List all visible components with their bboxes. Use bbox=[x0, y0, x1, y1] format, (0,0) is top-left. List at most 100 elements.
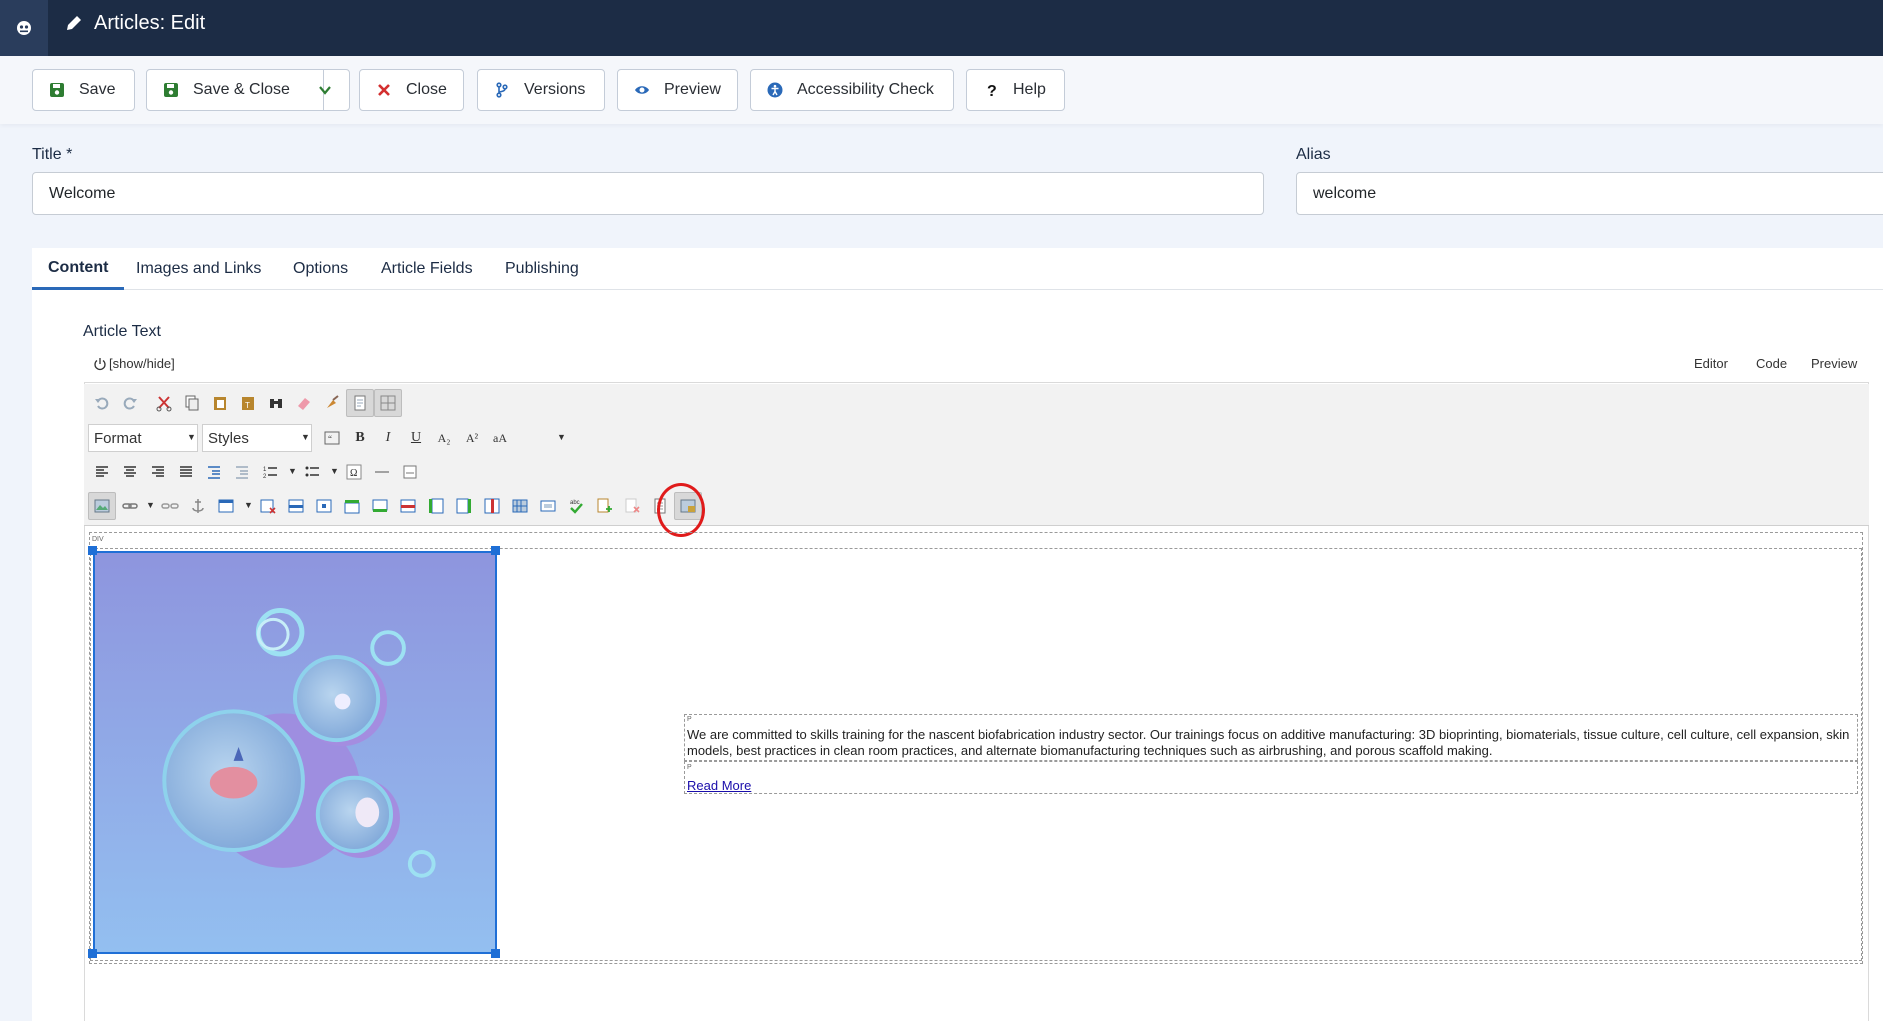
resize-handle-tr[interactable] bbox=[491, 546, 500, 555]
biofabrication-image bbox=[95, 553, 495, 952]
indent-icon[interactable] bbox=[228, 458, 256, 486]
align-center-icon[interactable] bbox=[116, 458, 144, 486]
close-button[interactable]: Close bbox=[359, 69, 464, 111]
resize-handle-br[interactable] bbox=[491, 949, 500, 958]
tab-publishing[interactable]: Publishing bbox=[505, 248, 579, 290]
redo-icon[interactable] bbox=[116, 389, 144, 417]
table-row-props-icon[interactable] bbox=[282, 492, 310, 520]
copy-icon[interactable] bbox=[178, 389, 206, 417]
split-cells-icon[interactable] bbox=[506, 492, 534, 520]
styles-select-value: Styles bbox=[208, 429, 249, 447]
underline-icon[interactable]: U bbox=[402, 424, 430, 452]
superscript-icon[interactable]: A² bbox=[458, 424, 486, 452]
joomla-logo[interactable] bbox=[0, 0, 48, 56]
styles-select[interactable]: Styles bbox=[202, 424, 312, 452]
anchor-icon[interactable] bbox=[184, 492, 212, 520]
horizontal-rule-icon[interactable] bbox=[368, 458, 396, 486]
align-right-icon[interactable] bbox=[144, 458, 172, 486]
grid-icon[interactable] bbox=[374, 389, 402, 417]
insert-row-after-icon[interactable] bbox=[366, 492, 394, 520]
pagebreak-icon[interactable] bbox=[396, 458, 424, 486]
delete-col-icon[interactable] bbox=[478, 492, 506, 520]
mode-editor[interactable]: Editor bbox=[1694, 356, 1728, 371]
italic-icon[interactable]: I bbox=[374, 424, 402, 452]
table-dropdown-arrow[interactable]: ▼ bbox=[244, 500, 253, 510]
accessibility-label: Accessibility Check bbox=[797, 81, 934, 98]
format-select[interactable]: Format bbox=[88, 424, 198, 452]
preview-button[interactable]: Preview bbox=[617, 69, 738, 111]
close-label: Close bbox=[406, 81, 447, 98]
subscript-icon[interactable]: A₂ bbox=[430, 424, 458, 452]
unlink-icon[interactable] bbox=[156, 492, 184, 520]
format-dropdown-arrow[interactable]: ▼ bbox=[187, 432, 196, 442]
p-tag-label: P bbox=[687, 716, 692, 723]
read-more-block[interactable] bbox=[684, 761, 1858, 794]
action-toolbar: Save Save & Close Close Versions Preview… bbox=[0, 56, 1883, 124]
numbered-list-icon[interactable]: 12 bbox=[256, 458, 284, 486]
article-image[interactable] bbox=[93, 551, 497, 954]
tab-options[interactable]: Options bbox=[293, 248, 348, 290]
save-label: Save bbox=[79, 81, 116, 98]
bullet-list-icon[interactable] bbox=[298, 458, 326, 486]
resize-handle-tl[interactable] bbox=[88, 546, 97, 555]
show-hide-toggle[interactable]: [show/hide] bbox=[93, 356, 175, 371]
paste-text-icon[interactable]: T bbox=[234, 389, 262, 417]
svg-text:“: “ bbox=[328, 434, 332, 444]
mode-preview[interactable]: Preview bbox=[1811, 356, 1857, 371]
paste-icon[interactable] bbox=[206, 389, 234, 417]
align-justify-icon[interactable] bbox=[172, 458, 200, 486]
insert-col-after-icon[interactable] bbox=[450, 492, 478, 520]
numbered-list-dropdown-arrow[interactable]: ▼ bbox=[288, 466, 297, 476]
save-close-button[interactable]: Save & Close bbox=[146, 69, 350, 111]
help-button[interactable]: ? Help bbox=[966, 69, 1065, 111]
image-icon[interactable] bbox=[88, 492, 116, 520]
table-cell-props-icon[interactable] bbox=[310, 492, 338, 520]
branch-icon bbox=[496, 82, 508, 98]
save-button[interactable]: Save bbox=[32, 69, 135, 111]
eraser-icon[interactable] bbox=[290, 389, 318, 417]
link-dropdown-arrow[interactable]: ▼ bbox=[146, 500, 155, 510]
outdent-icon[interactable] bbox=[200, 458, 228, 486]
p-tag-label-2: P bbox=[687, 764, 692, 771]
cleanup-icon[interactable] bbox=[318, 389, 346, 417]
title-input[interactable]: Welcome bbox=[32, 172, 1264, 215]
svg-text:abc: abc bbox=[570, 500, 580, 506]
cut-icon[interactable] bbox=[150, 389, 178, 417]
delete-table-icon[interactable] bbox=[254, 492, 282, 520]
align-left-icon[interactable] bbox=[88, 458, 116, 486]
preview-label: Preview bbox=[664, 81, 721, 98]
tab-bar: Content Images and Links Options Article… bbox=[32, 248, 1883, 290]
table-icon[interactable] bbox=[212, 492, 240, 520]
editor-toolbar: T Format ▼ Styles ▼ “ B I U A₂ A² aA ▼ 1… bbox=[84, 384, 1869, 526]
delete-row-icon[interactable] bbox=[394, 492, 422, 520]
resize-handle-bl[interactable] bbox=[88, 949, 97, 958]
visual-aid-icon[interactable] bbox=[346, 389, 374, 417]
text-case-dropdown-arrow[interactable]: ▼ bbox=[557, 432, 566, 442]
insert-file-icon[interactable] bbox=[590, 492, 618, 520]
undo-icon[interactable] bbox=[88, 389, 116, 417]
blockquote-icon[interactable]: “ bbox=[318, 424, 346, 452]
chevron-down-icon[interactable] bbox=[317, 82, 333, 98]
mode-code[interactable]: Code bbox=[1756, 356, 1787, 371]
merge-cells-icon[interactable] bbox=[534, 492, 562, 520]
read-more-link[interactable]: Read More bbox=[687, 778, 751, 793]
spellcheck-icon[interactable]: abc bbox=[562, 492, 590, 520]
tab-images-links[interactable]: Images and Links bbox=[136, 248, 261, 290]
svg-text:1: 1 bbox=[263, 467, 267, 473]
styles-dropdown-arrow[interactable]: ▼ bbox=[301, 432, 310, 442]
text-case-icon[interactable]: aA bbox=[486, 424, 514, 452]
find-icon[interactable] bbox=[262, 389, 290, 417]
tab-article-fields[interactable]: Article Fields bbox=[381, 248, 473, 290]
bold-icon[interactable]: B bbox=[346, 424, 374, 452]
insert-col-before-icon[interactable] bbox=[422, 492, 450, 520]
delete-file-icon[interactable] bbox=[618, 492, 646, 520]
question-icon: ? bbox=[987, 83, 997, 98]
link-icon[interactable] bbox=[116, 492, 144, 520]
accessibility-check-button[interactable]: Accessibility Check bbox=[750, 69, 954, 111]
versions-button[interactable]: Versions bbox=[477, 69, 605, 111]
special-char-icon[interactable]: Ω bbox=[340, 458, 368, 486]
insert-row-before-icon[interactable] bbox=[338, 492, 366, 520]
bullet-list-dropdown-arrow[interactable]: ▼ bbox=[330, 466, 339, 476]
tab-content[interactable]: Content bbox=[32, 248, 125, 290]
alias-input[interactable]: welcome bbox=[1296, 172, 1883, 215]
